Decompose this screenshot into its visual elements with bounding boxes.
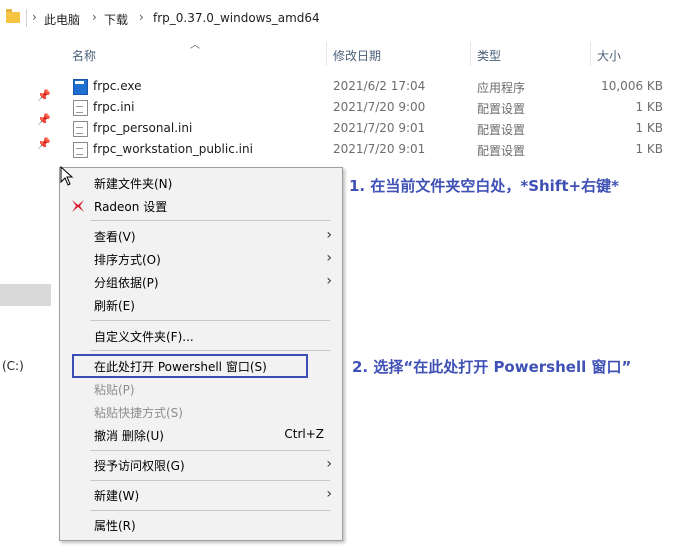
mouse-cursor-icon (60, 166, 74, 186)
menu-item-label: 粘贴(P) (94, 383, 135, 397)
column-divider[interactable] (590, 42, 591, 66)
chevron-right-icon: › (139, 10, 144, 24)
chevron-right-icon: › (92, 10, 97, 24)
column-header-size[interactable]: 大小 (597, 47, 621, 64)
menu-item-label: 撤消 删除(U) (94, 429, 164, 443)
annotation-step-1: 1. 在当前文件夹空白处，*Shift+右键* (349, 177, 619, 195)
menu-item-customize-folder[interactable]: 自定义文件夹(F)... (60, 325, 342, 347)
menu-item-label: Radeon 设置 (94, 200, 168, 214)
menu-item-label: 排序方式(O) (94, 253, 161, 267)
menu-item-label: 查看(V) (94, 230, 136, 244)
file-size: 1 KB (635, 121, 663, 135)
chevron-right-icon: › (32, 10, 37, 24)
breadcrumb-current-folder[interactable]: frp_0.37.0_windows_amd64 (153, 11, 320, 25)
file-type: 配置设置 (477, 144, 526, 158)
file-name: frpc_personal.ini (93, 121, 193, 135)
menu-item-label: 粘贴快捷方式(S) (94, 406, 183, 420)
radeon-icon (72, 200, 84, 212)
file-size: 1 KB (635, 100, 663, 114)
breadcrumb-downloads[interactable]: 下载 (104, 11, 128, 28)
column-divider[interactable] (470, 42, 471, 66)
ini-file-icon (73, 100, 88, 116)
menu-divider (90, 320, 330, 321)
file-type: 应用程序 (477, 81, 526, 95)
file-row[interactable]: frpc.ini 2021/7/20 9:00 配置设置 1 KB (70, 97, 675, 118)
breadcrumb-this-pc[interactable]: 此电脑 (44, 11, 80, 28)
menu-divider (90, 350, 330, 351)
file-name: frpc_workstation_public.ini (93, 142, 253, 156)
menu-item-new[interactable]: 新建(W) › (60, 484, 342, 506)
chevron-right-icon: › (326, 250, 332, 266)
menu-item-label: 新建(W) (94, 489, 140, 503)
menu-item-open-powershell[interactable]: 在此处打开 Powershell 窗口(S) (60, 355, 342, 377)
context-menu: 新建文件夹(N) Radeon 设置 查看(V) › 排序方式(O) › 分组依… (59, 167, 343, 541)
column-divider[interactable] (326, 42, 327, 66)
menu-item-undo-delete[interactable]: 撤消 删除(U) Ctrl+Z (60, 424, 342, 446)
file-row[interactable]: frpc_personal.ini 2021/7/20 9:01 配置设置 1 … (70, 118, 675, 139)
menu-item-paste-shortcut: 粘贴快捷方式(S) (60, 401, 342, 423)
menu-item-label: 授予访问权限(G) (94, 459, 185, 473)
pin-icon: 📌 (37, 113, 51, 126)
nav-item-drive-c[interactable]: (C:) (2, 359, 24, 373)
menu-item-properties[interactable]: 属性(R) (60, 514, 342, 536)
menu-item-sort[interactable]: 排序方式(O) › (60, 248, 342, 270)
menu-item-label: 自定义文件夹(F)... (94, 330, 194, 344)
menu-divider (90, 480, 330, 481)
folder-icon (6, 9, 20, 23)
column-header-type[interactable]: 类型 (477, 47, 501, 64)
file-date: 2021/7/20 9:01 (333, 121, 426, 135)
file-name: frpc.ini (93, 100, 135, 114)
file-date: 2021/6/2 17:04 (333, 79, 426, 93)
chevron-right-icon: › (326, 456, 332, 472)
file-size: 1 KB (635, 142, 663, 156)
annotation-step-2: 2. 选择“在此处打开 Powershell 窗口” (352, 358, 632, 376)
file-row[interactable]: frpc_workstation_public.ini 2021/7/20 9:… (70, 139, 675, 160)
menu-item-label: 分组依据(P) (94, 276, 159, 290)
menu-item-radeon-settings[interactable]: Radeon 设置 (60, 195, 342, 217)
menu-item-group[interactable]: 分组依据(P) › (60, 271, 342, 293)
pin-icon: 📌 (37, 137, 51, 150)
exe-icon (73, 79, 88, 95)
menu-divider (90, 220, 330, 221)
shortcut-label: Ctrl+Z (284, 427, 324, 441)
file-size: 10,006 KB (601, 79, 663, 93)
column-header-name[interactable]: 名称 (72, 47, 96, 64)
menu-item-new-folder[interactable]: 新建文件夹(N) (60, 172, 342, 194)
menu-item-view[interactable]: 查看(V) › (60, 225, 342, 247)
ini-file-icon (73, 121, 88, 137)
file-date: 2021/7/20 9:00 (333, 100, 426, 114)
file-name: frpc.exe (93, 79, 142, 93)
sort-ascending-icon: ︿ (190, 40, 200, 51)
address-bar[interactable]: › 此电脑 › 下载 › frp_0.37.0_windows_amd64 (0, 0, 675, 38)
chevron-right-icon: › (326, 486, 332, 502)
nav-item-selected[interactable] (0, 284, 51, 306)
menu-item-label: 刷新(E) (94, 299, 135, 313)
column-header-date[interactable]: 修改日期 (333, 47, 381, 64)
file-type: 配置设置 (477, 123, 526, 137)
file-type: 配置设置 (477, 102, 526, 116)
chevron-right-icon: › (326, 227, 332, 243)
file-date: 2021/7/20 9:01 (333, 142, 426, 156)
menu-divider (90, 510, 330, 511)
chevron-right-icon: › (326, 273, 332, 289)
menu-item-label: 在此处打开 Powershell 窗口(S) (94, 360, 267, 374)
menu-item-label: 属性(R) (94, 519, 136, 533)
menu-item-give-access[interactable]: 授予访问权限(G) › (60, 454, 342, 476)
menu-item-paste: 粘贴(P) (60, 378, 342, 400)
menu-item-label: 新建文件夹(N) (94, 177, 173, 191)
file-row[interactable]: frpc.exe 2021/6/2 17:04 应用程序 10,006 KB (70, 76, 675, 97)
ini-file-icon (73, 142, 88, 158)
menu-item-refresh[interactable]: 刷新(E) (60, 294, 342, 316)
menu-divider (90, 450, 330, 451)
pin-icon: 📌 (37, 89, 51, 102)
address-divider (26, 9, 27, 27)
